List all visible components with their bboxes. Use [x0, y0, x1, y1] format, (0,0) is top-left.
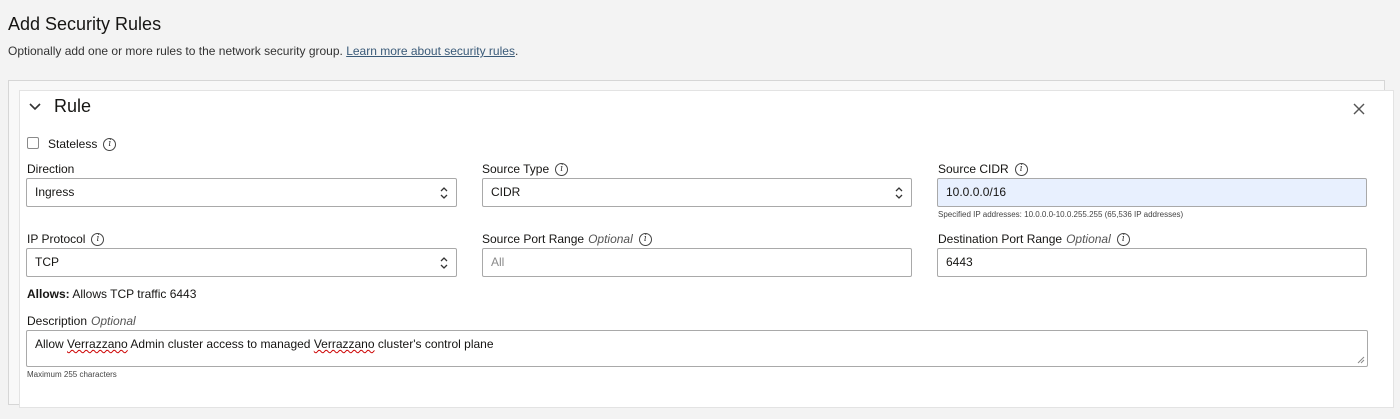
- optional-tag: Optional: [91, 314, 136, 328]
- source-type-label-text: Source Type: [482, 162, 550, 176]
- source-cidr-label: Source CIDR i: [938, 162, 1028, 177]
- close-icon[interactable]: [1351, 101, 1367, 117]
- allows-label: Allows:: [27, 287, 70, 301]
- source-cidr-input[interactable]: 10.0.0.0/16: [937, 178, 1367, 207]
- allows-text: Allows TCP traffic 6443: [72, 287, 197, 301]
- subtitle-text: Optionally add one or more rules to the …: [8, 44, 347, 58]
- description-hint: Maximum 255 characters: [27, 370, 117, 379]
- optional-tag: Optional: [1066, 232, 1111, 246]
- direction-select[interactable]: Ingress: [26, 178, 457, 207]
- info-icon[interactable]: i: [91, 233, 105, 247]
- subtitle-suffix: .: [514, 44, 519, 58]
- stateless-label: Stateless i: [48, 137, 117, 152]
- ip-protocol-label-text: IP Protocol: [27, 232, 86, 246]
- info-icon[interactable]: i: [555, 163, 569, 177]
- direction-label-text: Direction: [27, 162, 75, 176]
- rule-title: Rule: [54, 96, 92, 116]
- destination-port-range-value: 6443: [946, 255, 973, 269]
- source-port-range-input[interactable]: All: [482, 248, 912, 277]
- description-textarea[interactable]: Allow Verrazzano Admin cluster access to…: [26, 330, 1368, 367]
- ip-protocol-select[interactable]: TCP: [26, 248, 457, 277]
- page-subtitle: Optionally add one or more rules to the …: [8, 44, 518, 58]
- select-arrows-icon: [895, 187, 903, 199]
- description-part: cluster's control plane: [374, 337, 494, 351]
- source-cidr-label-text: Source CIDR: [938, 162, 1009, 176]
- direction-label: Direction: [27, 162, 74, 176]
- info-icon[interactable]: i: [103, 138, 117, 152]
- chevron-down-icon[interactable]: [28, 100, 42, 114]
- source-type-label: Source Type i: [482, 162, 569, 177]
- source-port-range-placeholder: All: [491, 255, 505, 269]
- info-icon[interactable]: i: [1116, 233, 1130, 247]
- description-part: Allow: [35, 337, 68, 351]
- page-title: Add Security Rules: [8, 14, 162, 34]
- stateless-text: Stateless: [48, 137, 98, 151]
- description-part: Verrazzano: [67, 337, 128, 351]
- source-port-range-label-text: Source Port Range: [482, 232, 585, 246]
- source-cidr-hint: Specified IP addresses: 10.0.0.0-10.0.25…: [938, 210, 1184, 219]
- source-cidr-value: 10.0.0.0/16: [946, 185, 1007, 199]
- optional-tag: Optional: [588, 232, 633, 246]
- select-arrows-icon: [440, 187, 448, 199]
- source-type-value: CIDR: [491, 185, 521, 199]
- learn-more-link[interactable]: Learn more about security rules: [346, 44, 515, 58]
- resize-handle-icon[interactable]: [1357, 356, 1365, 364]
- allows-summary: Allows: Allows TCP traffic 6443: [27, 287, 196, 301]
- ip-protocol-label: IP Protocol i: [27, 232, 105, 247]
- rule-header[interactable]: Rule: [28, 96, 91, 117]
- destination-port-range-label: Destination Port Range Optional i: [938, 232, 1130, 247]
- description-part: Verrazzano: [313, 337, 375, 351]
- source-port-range-label: Source Port Range Optional i: [482, 232, 652, 247]
- select-arrows-icon: [440, 257, 448, 269]
- info-icon[interactable]: i: [638, 233, 652, 247]
- destination-port-range-input[interactable]: 6443: [937, 248, 1367, 277]
- description-label-text: Description: [27, 314, 88, 328]
- description-label: Description Optional: [27, 314, 136, 328]
- source-type-select[interactable]: CIDR: [482, 178, 912, 207]
- destination-port-range-label-text: Destination Port Range: [938, 232, 1063, 246]
- stateless-checkbox[interactable]: [27, 137, 39, 149]
- info-icon[interactable]: i: [1014, 163, 1028, 177]
- description-part: Admin cluster access to managed: [127, 337, 314, 351]
- direction-value: Ingress: [35, 185, 75, 199]
- ip-protocol-value: TCP: [35, 255, 59, 269]
